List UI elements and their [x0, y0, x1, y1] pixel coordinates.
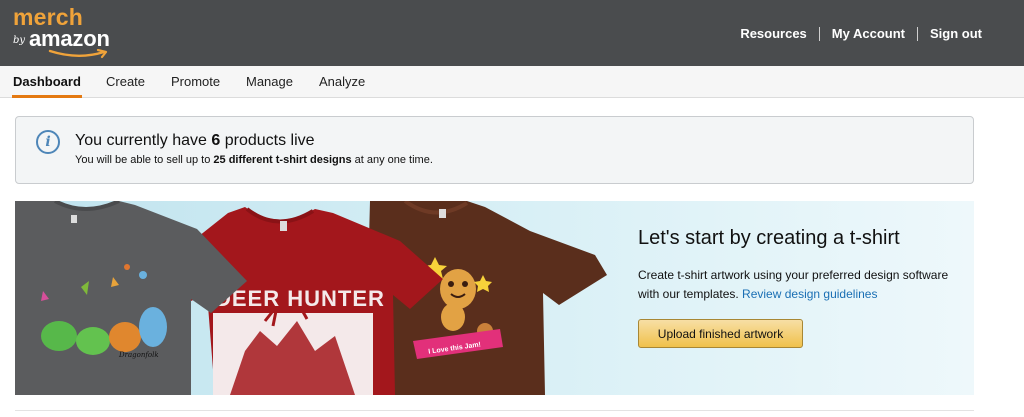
notice-title: You currently have 6 products live [75, 132, 315, 150]
tab-manage[interactable]: Manage [246, 74, 293, 89]
notice-sub-prefix: You will be able to sell up to [75, 154, 214, 166]
products-live-notice: i You currently have 6 products live You… [15, 116, 974, 184]
tab-dashboard[interactable]: Dashboard [12, 74, 82, 98]
logo-by-text: by [13, 35, 26, 46]
link-divider [818, 26, 820, 41]
notice-subtext: You will be able to sell up to 25 differ… [75, 154, 433, 166]
my-account-link[interactable]: My Account [832, 26, 905, 41]
info-icon: i [36, 130, 60, 154]
sign-out-link[interactable]: Sign out [930, 26, 982, 41]
review-design-guidelines-link[interactable]: Review design guidelines [742, 287, 877, 301]
hero-title: Let's start by creating a t-shirt [638, 227, 900, 249]
tab-promote[interactable]: Promote [171, 74, 220, 89]
section-divider [15, 410, 974, 411]
resources-link[interactable]: Resources [740, 26, 806, 41]
account-links: Resources My Account Sign out [740, 26, 982, 41]
create-tshirt-banner: I Love this Jam! DEER HUNTER Dragonfolk … [15, 201, 974, 395]
dragon-signature-text: Dragonfolk [118, 351, 159, 359]
notice-title-suffix: products live [220, 132, 315, 149]
design-limit: 25 different t-shirt designs [213, 154, 352, 166]
notice-title-prefix: You currently have [75, 132, 212, 149]
upload-finished-artwork-button[interactable]: Upload finished artwork [638, 319, 803, 348]
main-nav: Dashboard Create Promote Manage Analyze [0, 66, 1024, 98]
merch-by-amazon-logo[interactable]: merch by amazon [13, 4, 123, 62]
link-divider [917, 26, 918, 41]
hero-description: Create t-shirt artwork using your prefer… [638, 266, 958, 304]
amazon-smile-icon [48, 49, 108, 59]
tab-create[interactable]: Create [106, 74, 145, 89]
notice-sub-suffix: at any one time. [351, 154, 433, 166]
tab-analyze[interactable]: Analyze [319, 74, 365, 89]
live-product-count: 6 [211, 132, 221, 149]
top-header: merch by amazon Resources My Account Sig… [0, 0, 1024, 66]
deer-hunter-print-text: DEER HUNTER [215, 286, 385, 311]
tshirt-samples-image: I Love this Jam! DEER HUNTER Dragonfolk [15, 201, 607, 395]
